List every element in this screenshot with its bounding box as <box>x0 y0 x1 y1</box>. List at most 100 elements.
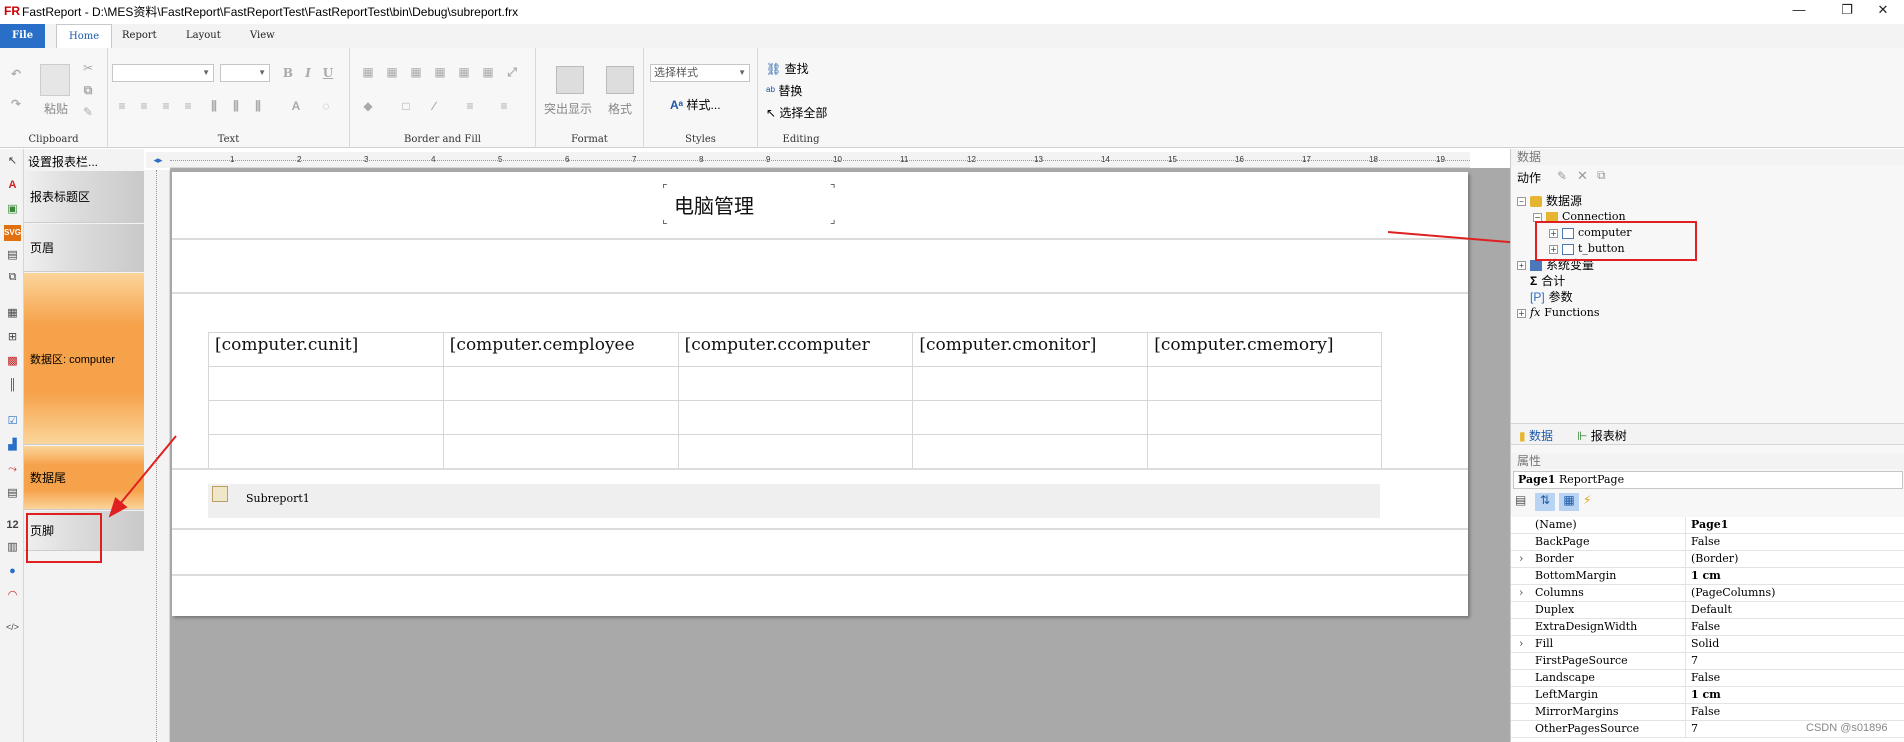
format-painter-icon[interactable]: ✎ <box>80 104 96 120</box>
table-cell[interactable] <box>209 367 444 401</box>
checkbox-icon[interactable]: ☑ <box>4 413 21 429</box>
property-row[interactable]: MirrorMargins False <box>1511 704 1904 721</box>
report-page[interactable]: ⌜ 电脑管理 ⌝ ⌞ ⌟ [computer.cunit] [computer.… <box>172 172 1468 616</box>
property-row[interactable]: FirstPageSource 7 <box>1511 653 1904 670</box>
line-width-icon[interactable]: ≡ <box>462 98 478 114</box>
valign-middle-icon[interactable]: ⫼ <box>228 98 244 114</box>
property-value[interactable]: False <box>1691 620 1720 633</box>
property-row[interactable]: › Border (Border) <box>1511 551 1904 568</box>
svg-icon[interactable]: SVG <box>4 225 21 241</box>
property-row[interactable]: LeftMargin 1 cm <box>1511 687 1904 704</box>
valign-top-icon[interactable]: ⫼ <box>206 98 222 114</box>
bold-button[interactable]: B <box>280 65 296 81</box>
alphabetical-icon[interactable]: ⇅ <box>1535 493 1555 511</box>
select-all-button[interactable]: ↖ 选择全部 <box>766 104 827 121</box>
picture-icon[interactable]: ▣ <box>4 201 21 217</box>
border-none-icon[interactable]: ▦ <box>384 64 400 80</box>
cut-icon[interactable]: ✂ <box>80 60 96 76</box>
barcode-icon[interactable]: ║ <box>4 377 21 393</box>
events-icon[interactable]: ⚡ <box>1583 493 1599 511</box>
table-cell[interactable] <box>443 401 679 435</box>
table-cell[interactable] <box>1148 401 1382 435</box>
band-report-title[interactable]: 报表标题区 <box>24 171 144 223</box>
tab-data[interactable]: ▮ 数据 <box>1519 427 1553 444</box>
subreport-object[interactable]: Subreport1 <box>208 484 1380 518</box>
table-cell[interactable] <box>209 435 444 469</box>
property-row[interactable]: › Fill Solid <box>1511 636 1904 653</box>
highlight-format-icon[interactable] <box>556 66 584 94</box>
tab-layout[interactable]: Layout <box>174 24 233 48</box>
chevron-right-icon[interactable]: › <box>1519 552 1523 565</box>
minimize-button[interactable]: — <box>1776 0 1822 22</box>
matrix-icon[interactable]: ⊞ <box>4 329 21 345</box>
object-selector[interactable]: Page1 ReportPage <box>1513 471 1903 489</box>
richtext-icon[interactable]: ▤ <box>4 485 21 501</box>
dial-icon[interactable]: ◠ <box>4 587 21 603</box>
tab-report[interactable]: Report <box>110 24 169 48</box>
valign-bottom-icon[interactable]: ⫼ <box>250 98 266 114</box>
property-value[interactable]: 1 cm <box>1691 569 1721 582</box>
table-cell[interactable] <box>1148 367 1382 401</box>
band-page-header[interactable]: 页眉 <box>24 224 144 272</box>
chevron-right-icon[interactable]: › <box>1519 637 1523 650</box>
property-row[interactable]: Duplex Default <box>1511 602 1904 619</box>
tab-home[interactable]: Home <box>56 24 113 48</box>
justify-icon[interactable]: ≡ <box>180 98 196 114</box>
subreport-icon[interactable]: ⧉ <box>4 269 21 285</box>
italic-button[interactable]: I <box>300 65 316 81</box>
table-cell[interactable] <box>443 367 679 401</box>
align-left-icon[interactable]: ≡ <box>114 98 130 114</box>
property-row[interactable]: › Columns (PageColumns) <box>1511 585 1904 602</box>
table-cell[interactable] <box>678 367 914 401</box>
pointer-icon[interactable]: ↖ <box>4 153 21 169</box>
table-cell[interactable]: [computer.cunit] <box>209 333 444 367</box>
border-bottom-icon[interactable]: ▦ <box>432 64 448 80</box>
property-value[interactable]: False <box>1691 705 1720 718</box>
property-row[interactable]: BottomMargin 1 cm <box>1511 568 1904 585</box>
table-cell[interactable] <box>913 401 1149 435</box>
table-cell[interactable] <box>678 401 914 435</box>
expander-icon[interactable]: − <box>1517 197 1526 207</box>
expander-icon[interactable]: + <box>1517 308 1526 318</box>
copy-icon[interactable]: ⧉ <box>80 82 96 98</box>
design-canvas[interactable]: ⌜ 电脑管理 ⌝ ⌞ ⌟ [computer.cunit] [computer.… <box>170 168 1510 742</box>
text-icon[interactable]: A <box>4 177 21 193</box>
property-value[interactable]: Solid <box>1691 637 1719 650</box>
styles-button[interactable]: Aᵃ 样式... <box>670 96 721 113</box>
align-center-icon[interactable]: ≡ <box>136 98 152 114</box>
band-data[interactable]: 数据区: computer <box>24 273 144 445</box>
data-table[interactable]: [computer.cunit] [computer.cemployee [co… <box>208 332 1382 469</box>
property-row[interactable]: ExtraDesignWidth False <box>1511 619 1904 636</box>
find-button[interactable]: ⛓ 查找 <box>766 60 809 77</box>
table-cell[interactable] <box>913 435 1149 469</box>
properties-icon[interactable]: ▦ <box>1559 493 1579 511</box>
table-cell[interactable]: [computer.cmemory] <box>1148 333 1382 367</box>
band-data-footer[interactable]: 数据尾 <box>24 446 144 510</box>
tab-view[interactable]: View <box>238 24 287 48</box>
table-cell[interactable]: [computer.cemployee <box>443 333 679 367</box>
table-cell[interactable] <box>443 435 679 469</box>
tree-node-datasources[interactable]: − 数据源 <box>1517 193 1897 209</box>
tab-file[interactable]: File <box>0 24 46 48</box>
font-size-combo[interactable]: ▼ <box>220 64 270 82</box>
property-row[interactable]: (Name) Page1 <box>1511 517 1904 534</box>
table-cell[interactable] <box>209 401 444 435</box>
label-icon[interactable]: ▥ <box>4 539 21 555</box>
categorized-icon[interactable]: ▤ <box>1515 493 1531 511</box>
highlight-icon[interactable]: ◌ <box>318 98 334 114</box>
property-value[interactable]: 7 <box>1691 654 1698 667</box>
property-value[interactable]: 1 cm <box>1691 688 1721 701</box>
border-all-icon[interactable]: ▦ <box>360 64 376 80</box>
table-cell[interactable]: [computer.ccomputer <box>678 333 914 367</box>
replace-button[interactable]: ᵃᵇ 替换 <box>766 82 802 99</box>
property-row[interactable]: BackPage False <box>1511 534 1904 551</box>
shadow-icon[interactable]: □ <box>398 98 414 114</box>
border-left-icon[interactable]: ▦ <box>456 64 472 80</box>
code-icon[interactable]: </> <box>4 619 21 635</box>
property-value[interactable]: False <box>1691 535 1720 548</box>
style-combo[interactable]: 选择样式 ▼ <box>650 64 750 82</box>
gauge-icon[interactable]: ⤳ <box>4 461 21 477</box>
band-setup-label[interactable]: 设置报表栏... <box>28 153 98 170</box>
tab-report-tree[interactable]: ⊩ 报表树 <box>1577 427 1627 444</box>
view-icon[interactable]: ⧉ <box>1597 168 1606 183</box>
